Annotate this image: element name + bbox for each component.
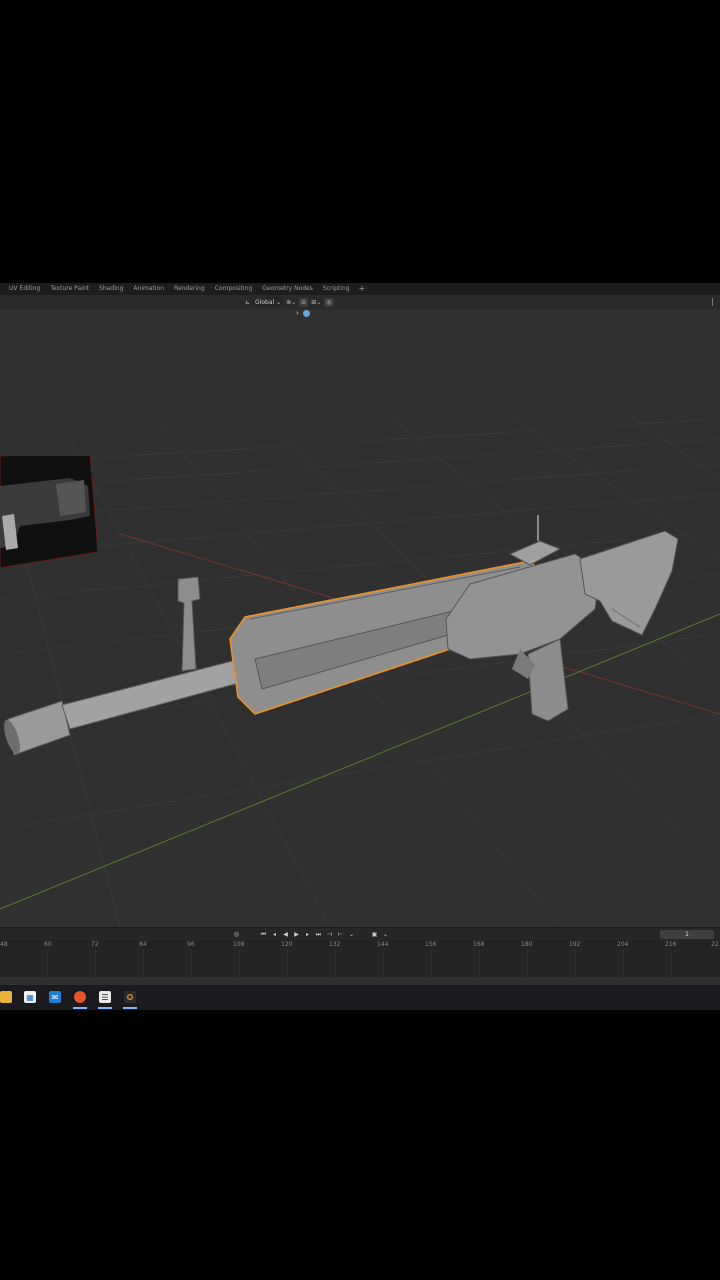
viewport-header-tools: ⊾ Global ⌄ ⊗⌄ ⊙ ⊞⌄ ◎ <box>245 297 334 307</box>
ruler-tick: 180 <box>521 941 533 948</box>
tab-uv-editing[interactable]: UV Editing <box>4 283 45 295</box>
file-explorer-icon[interactable] <box>0 991 12 1003</box>
chevron-down-icon: ⌄ <box>274 298 282 306</box>
ruler-tick: 168 <box>473 941 485 948</box>
ruler-tick: 48 <box>0 941 8 948</box>
current-frame-field[interactable]: 1 <box>660 930 714 939</box>
jump-to-end-icon[interactable]: ⏭ <box>314 930 323 939</box>
ruler-tick: 216 <box>665 941 677 948</box>
tab-scripting[interactable]: Scripting <box>318 283 355 295</box>
tab-compositing[interactable]: Compositing <box>210 283 258 295</box>
mail-icon[interactable]: ✉ <box>49 991 61 1003</box>
ruler-tick: 108 <box>233 941 245 948</box>
ruler-tick: 22 <box>711 941 719 948</box>
tab-shading[interactable]: Shading <box>94 283 128 295</box>
workspace-tabs: UV Editing Texture Paint Shading Animati… <box>4 283 369 295</box>
os-taskbar: ▦ ✉ ☰ ✪ <box>0 985 720 1010</box>
previous-keyframe-icon[interactable]: ◂ <box>270 930 279 939</box>
snap-magnet-icon[interactable]: ⊙ <box>299 297 309 307</box>
viewport-header: ⊾ Global ⌄ ⊗⌄ ⊙ ⊞⌄ ◎ › <box>0 295 720 317</box>
chevron-down-icon[interactable]: ⌄ <box>381 930 390 939</box>
blender-window: UV Editing Texture Paint Shading Animati… <box>0 283 720 1010</box>
jump-to-start-icon[interactable]: ⏮ <box>259 930 268 939</box>
timeline-track-area[interactable] <box>0 949 720 977</box>
reference-image-plane[interactable] <box>0 456 98 568</box>
proportional-edit-icon[interactable]: ◎ <box>324 297 334 307</box>
transform-orientation-dropdown[interactable]: Global ⌄ <box>253 297 284 307</box>
firefox-icon[interactable] <box>74 991 86 1003</box>
playback-controls: ◎ ⏮ ◂ ◀ ▶ ▸ ⏭ ⊣ ⊢ ⌄ ▣ ⌄ <box>232 930 390 939</box>
pivot-point-icon[interactable]: ⊗⌄ <box>286 299 296 306</box>
tab-texture-paint[interactable]: Texture Paint <box>45 283 94 295</box>
tab-rendering[interactable]: Rendering <box>169 283 210 295</box>
ruler-tick: 156 <box>425 941 437 948</box>
timeline-ruler[interactable]: 48 60 72 84 96 108 120 132 144 156 168 1… <box>0 940 720 949</box>
snap-grid-icon[interactable]: ⊞⌄ <box>311 299 321 306</box>
ruler-tick: 60 <box>44 941 52 948</box>
tab-animation[interactable]: Animation <box>128 283 169 295</box>
ruler-tick: 144 <box>377 941 389 948</box>
ruler-tick: 132 <box>329 941 341 948</box>
transform-axes-icon[interactable]: ⊾ <box>245 299 250 306</box>
ruler-tick: 84 <box>139 941 147 948</box>
add-workspace-button[interactable]: + <box>355 283 370 295</box>
store-icon[interactable]: ▦ <box>24 991 36 1003</box>
active-app-indicator <box>123 1007 137 1009</box>
keying-set-icon[interactable]: ⊣ <box>325 930 334 939</box>
ruler-tick: 192 <box>569 941 581 948</box>
next-keyframe-icon[interactable]: ▸ <box>303 930 312 939</box>
play-icon[interactable]: ▶ <box>292 930 301 939</box>
timeline-header: ◎ ⏮ ◂ ◀ ▶ ▸ ⏭ ⊣ ⊢ ⌄ ▣ ⌄ 1 <box>0 927 720 941</box>
ruler-tick: 120 <box>281 941 293 948</box>
play-reverse-icon[interactable]: ◀ <box>281 930 290 939</box>
rifle-model[interactable] <box>1 515 679 756</box>
active-app-indicator <box>73 1007 87 1009</box>
auto-keying-icon[interactable]: ⊢ <box>336 930 345 939</box>
ruler-tick: 72 <box>91 941 99 948</box>
terminal-icon[interactable]: ☰ <box>99 991 111 1003</box>
active-app-indicator <box>98 1007 112 1009</box>
3d-viewport[interactable] <box>0 309 720 927</box>
ruler-tick: 204 <box>617 941 629 948</box>
transform-orientation-label: Global <box>255 298 275 306</box>
blender-icon[interactable]: ✪ <box>124 991 136 1003</box>
chevron-down-icon[interactable]: ⌄ <box>347 930 356 939</box>
tab-geometry-nodes[interactable]: Geometry Nodes <box>257 283 318 295</box>
ruler-tick: 96 <box>187 941 195 948</box>
viewport-scene <box>0 408 720 927</box>
playback-menu-icon[interactable]: ▣ <box>370 930 379 939</box>
keyframe-record-icon[interactable]: ◎ <box>232 930 241 939</box>
header-edge-icon <box>712 298 718 306</box>
